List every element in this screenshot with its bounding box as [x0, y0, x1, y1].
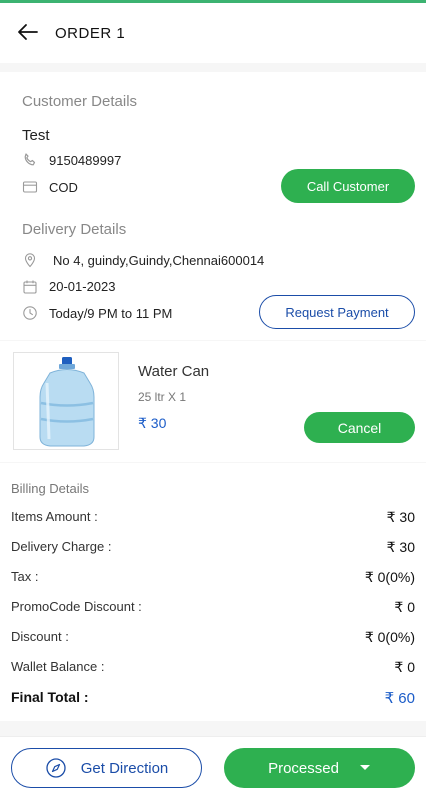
bill-label: Tax : — [11, 569, 39, 584]
product-image — [13, 352, 119, 450]
bill-value: ₹ 0 — [394, 659, 415, 675]
arrow-left-icon[interactable] — [16, 20, 40, 44]
bill-label: Items Amount : — [11, 509, 98, 524]
bill-value: ₹ 0 — [394, 599, 415, 615]
cancel-button[interactable]: Cancel — [304, 412, 415, 443]
bill-label: Wallet Balance : — [11, 659, 105, 674]
call-customer-button[interactable]: Call Customer — [281, 169, 415, 203]
page-title: ORDER 1 — [55, 25, 126, 42]
get-direction-button[interactable]: Get Direction — [11, 748, 202, 788]
compass-icon — [46, 758, 66, 778]
delivery-address: No 4, guindy,Guindy,Chennai600014 — [53, 253, 265, 268]
customer-name: Test — [22, 127, 50, 144]
final-total-label: Final Total : — [11, 689, 89, 705]
product-quantity: 25 ltr X 1 — [138, 390, 187, 404]
billing-title: Billing Details — [11, 481, 90, 496]
product-card: Water Can 25 ltr X 1 ₹ 30 Cancel — [0, 341, 426, 462]
delivery-date: 20-01-2023 — [49, 279, 116, 294]
bill-label: PromoCode Discount : — [11, 599, 142, 614]
phone-icon — [24, 153, 36, 166]
payment-method: COD — [49, 180, 78, 195]
bill-value: ₹ 0(0%) — [364, 629, 415, 645]
status-label: Processed — [268, 759, 339, 777]
bill-row-promocode-discount: PromoCode Discount : ₹ 0 — [11, 599, 415, 617]
delivery-details-title: Delivery Details — [22, 221, 127, 238]
bill-row-final-total: Final Total : ₹ 60 — [11, 689, 415, 707]
clock-icon — [23, 306, 37, 320]
bill-row-delivery-charge: Delivery Charge : ₹ 30 — [11, 539, 415, 557]
request-payment-button[interactable]: Request Payment — [259, 295, 415, 329]
bill-value: ₹ 0(0%) — [364, 569, 415, 585]
delivery-slot: Today/9 PM to 11 PM — [49, 306, 173, 321]
product-price: ₹ 30 — [138, 415, 167, 431]
bill-row-discount: Discount : ₹ 0(0%) — [11, 629, 415, 647]
water-can-image — [39, 357, 95, 447]
get-direction-label: Get Direction — [80, 759, 169, 777]
customer-details-title: Customer Details — [22, 93, 138, 110]
bill-label: Delivery Charge : — [11, 539, 112, 554]
bill-row-items-amount: Items Amount : ₹ 30 — [11, 509, 415, 527]
bill-label: Discount : — [11, 629, 69, 644]
location-pin-icon — [24, 253, 36, 268]
app-bar: ORDER 1 — [0, 3, 426, 63]
billing-card: Billing Details Items Amount : ₹ 30 Deli… — [0, 463, 426, 721]
caret-down-icon — [359, 765, 370, 770]
credit-card-icon — [22, 181, 38, 193]
customer-phone: 9150489997 — [49, 153, 122, 168]
order-details-card: Customer Details Test 9150489997 COD Cal… — [0, 72, 426, 340]
bill-row-wallet-balance: Wallet Balance : ₹ 0 — [11, 659, 415, 677]
calendar-icon — [23, 280, 37, 294]
bill-row-tax: Tax : ₹ 0(0%) — [11, 569, 415, 587]
bill-value: ₹ 30 — [386, 539, 415, 555]
bottom-action-bar: Get Direction Processed — [0, 736, 426, 800]
final-total-value: ₹ 60 — [384, 690, 415, 707]
status-dropdown-button[interactable]: Processed — [224, 748, 415, 788]
product-name: Water Can — [138, 363, 210, 380]
bill-value: ₹ 30 — [386, 509, 415, 525]
